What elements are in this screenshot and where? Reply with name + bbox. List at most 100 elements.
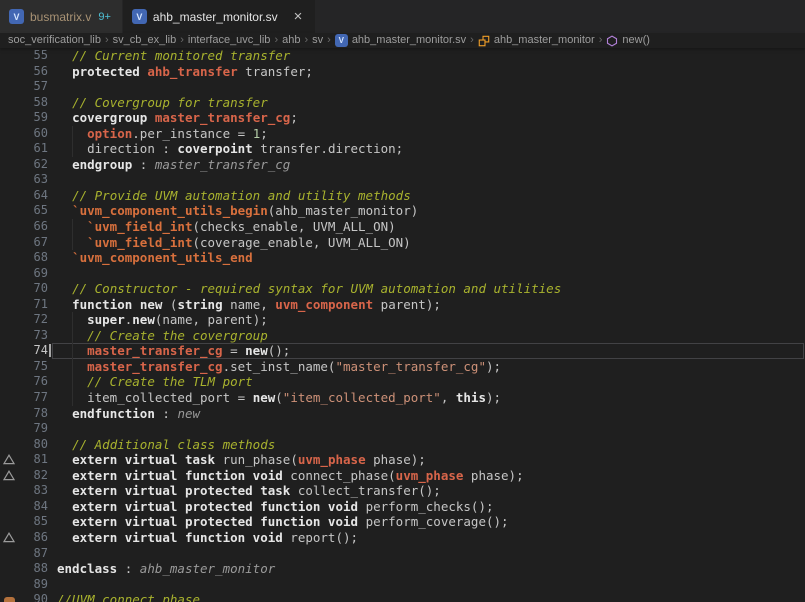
problems-count-badge: 9+ — [98, 11, 111, 23]
code-line-78[interactable]: 78 endfunction : new — [0, 406, 805, 422]
code-line-56[interactable]: 56 protected ahb_transfer transfer; — [0, 64, 805, 80]
code-line-55[interactable]: 55 // Current monitored transfer — [0, 48, 805, 64]
code-token: phase); — [463, 468, 523, 483]
code-line-69[interactable]: 69 — [0, 266, 805, 282]
code-line-68[interactable]: 68 `uvm_component_utils_end — [0, 250, 805, 266]
code-line-80[interactable]: 80 // Additional class methods — [0, 437, 805, 453]
code-token: extern virtual protected task — [72, 483, 290, 498]
code-line-73[interactable]: 73 // Create the covergroup — [0, 328, 805, 344]
code-line-70[interactable]: 70 // Constructor - required syntax for … — [0, 281, 805, 297]
glyph-margin — [0, 577, 18, 593]
code-line-57[interactable]: 57 — [0, 79, 805, 95]
glyph-margin — [0, 328, 18, 344]
code-token: ); — [486, 359, 501, 374]
glyph-margin — [0, 203, 18, 219]
code-token: `uvm_component_utils_end — [72, 250, 253, 265]
indent-guide — [72, 343, 73, 359]
code-token — [57, 48, 72, 63]
code-line-60[interactable]: 60 option.per_instance = 1; — [0, 126, 805, 142]
glyph-margin — [0, 546, 18, 562]
code-line-72[interactable]: 72 super.new(name, parent); — [0, 312, 805, 328]
code-line-64[interactable]: 64 // Provide UVM automation and utility… — [0, 188, 805, 204]
breadcrumb-item-sv-cb-ex-lib[interactable]: sv_cb_ex_lib — [113, 33, 177, 48]
breadcrumb-item-ahb[interactable]: ahb — [282, 33, 300, 48]
code-token: master_transfer_cg — [87, 359, 222, 374]
line-number: 72 — [18, 312, 48, 328]
code-line-76[interactable]: 76 // Create the TLM port — [0, 374, 805, 390]
extern-declaration-marker-icon — [3, 470, 15, 481]
tab-busmatrix-v[interactable]: V busmatrix.v 9+ — [0, 0, 123, 33]
code-token: extern virtual function void — [72, 530, 283, 545]
breadcrumb-item-ahb-master-monitor[interactable]: ahb_master_monitor — [478, 33, 595, 48]
line-number: 56 — [18, 64, 48, 80]
code-line-85[interactable]: 85 extern virtual protected function voi… — [0, 514, 805, 530]
code-line-79[interactable]: 79 — [0, 421, 805, 437]
code-line-83[interactable]: 83 extern virtual protected task collect… — [0, 483, 805, 499]
breadcrumb-item-interface-uvc-lib[interactable]: interface_uvc_lib — [188, 33, 271, 48]
breadcrumb-label: ahb_master_monitor — [494, 33, 595, 48]
code-token: master_transfer_cg — [87, 343, 222, 358]
code-token: transfer.direction; — [253, 141, 404, 156]
glyph-margin — [0, 312, 18, 328]
code-line-86[interactable]: 86 extern virtual function void report()… — [0, 530, 805, 546]
code-token — [57, 297, 72, 312]
line-number: 59 — [18, 110, 48, 126]
close-icon[interactable]: × — [292, 9, 305, 24]
code-token — [57, 452, 72, 467]
code-token: .per_instance = — [132, 126, 252, 141]
glyph-margin — [0, 499, 18, 515]
code-token — [57, 499, 72, 514]
code-token: master_transfer_cg — [155, 110, 290, 125]
code-token: transfer; — [238, 64, 313, 79]
code-line-82[interactable]: 82 extern virtual function void connect_… — [0, 468, 805, 484]
breadcrumb-item-soc-verification-lib[interactable]: soc_verification_lib — [8, 33, 101, 48]
code-line-62[interactable]: 62 endgroup : master_transfer_cg — [0, 157, 805, 173]
code-line-90[interactable]: 90//UVM connect_phase — [0, 592, 805, 602]
line-number: 84 — [18, 499, 48, 515]
code-line-71[interactable]: 71 function new (string name, uvm_compon… — [0, 297, 805, 313]
code-line-89[interactable]: 89 — [0, 577, 805, 593]
extern-declaration-marker-icon[interactable] — [0, 530, 18, 546]
code-text: super.new(name, parent); — [48, 312, 805, 328]
code-line-59[interactable]: 59 covergroup master_transfer_cg; — [0, 110, 805, 126]
code-text: // Covergroup for transfer — [48, 95, 805, 111]
code-line-74[interactable]: 74 master_transfer_cg = new(); — [0, 343, 805, 359]
code-line-61[interactable]: 61 direction : coverpoint transfer.direc… — [0, 141, 805, 157]
code-line-75[interactable]: 75 master_transfer_cg.set_inst_name("mas… — [0, 359, 805, 375]
code-line-88[interactable]: 88endclass : ahb_master_monitor — [0, 561, 805, 577]
code-token — [57, 203, 72, 218]
code-line-65[interactable]: 65 `uvm_component_utils_begin(ahb_master… — [0, 203, 805, 219]
line-number: 70 — [18, 281, 48, 297]
breadcrumb-item-ahb-master-monitor-sv[interactable]: Vahb_master_monitor.sv — [335, 33, 466, 48]
gutter-marker-icon[interactable] — [0, 592, 18, 602]
line-number: 67 — [18, 235, 48, 251]
code-line-81[interactable]: 81 extern virtual task run_phase(uvm_pha… — [0, 452, 805, 468]
code-token: this — [456, 390, 486, 405]
code-token: extern virtual function void — [72, 468, 283, 483]
code-line-58[interactable]: 58 // Covergroup for transfer — [0, 95, 805, 111]
code-token — [57, 64, 72, 79]
glyph-margin — [0, 219, 18, 235]
code-token — [57, 281, 72, 296]
code-token: ); — [486, 390, 501, 405]
line-number: 80 — [18, 437, 48, 453]
line-number: 57 — [18, 79, 48, 95]
line-number: 61 — [18, 141, 48, 157]
code-line-77[interactable]: 77 item_collected_port = new("item_colle… — [0, 390, 805, 406]
code-editor[interactable]: 55 // Current monitored transfer56 prote… — [0, 48, 805, 602]
code-token: : — [132, 157, 155, 172]
extern-declaration-marker-icon[interactable] — [0, 452, 18, 468]
verilog-file-icon: V — [335, 34, 348, 47]
code-token: endgroup — [72, 157, 132, 172]
line-number: 82 — [18, 468, 48, 484]
breadcrumb-item-new[interactable]: new() — [606, 33, 650, 48]
code-line-87[interactable]: 87 — [0, 546, 805, 562]
breadcrumb-item-sv[interactable]: sv — [312, 33, 323, 48]
extern-declaration-marker-icon[interactable] — [0, 468, 18, 484]
code-line-84[interactable]: 84 extern virtual protected function voi… — [0, 499, 805, 515]
code-line-66[interactable]: 66 `uvm_field_int(checks_enable, UVM_ALL… — [0, 219, 805, 235]
code-line-67[interactable]: 67 `uvm_field_int(coverage_enable, UVM_A… — [0, 235, 805, 251]
code-line-63[interactable]: 63 — [0, 172, 805, 188]
tab-ahb-master-monitor-sv[interactable]: V ahb_master_monitor.sv × — [123, 0, 317, 33]
code-text: // Create the TLM port — [48, 374, 805, 390]
